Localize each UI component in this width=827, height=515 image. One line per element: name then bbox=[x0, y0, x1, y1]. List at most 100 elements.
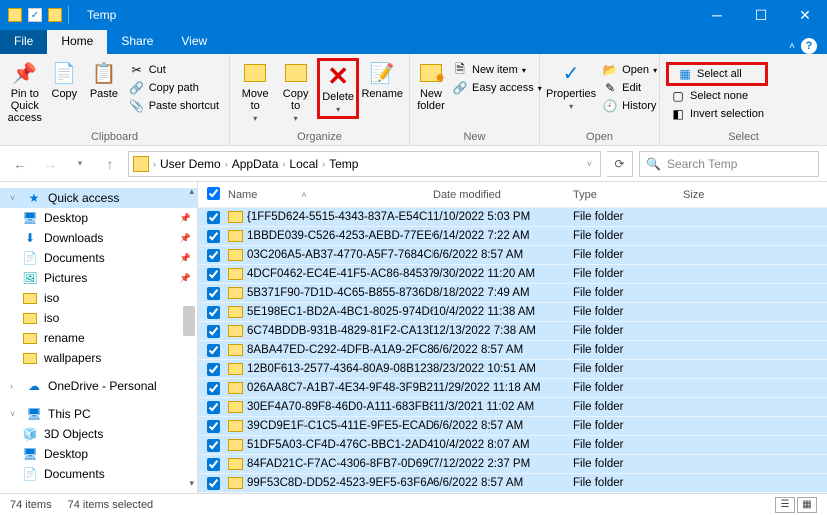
row-checkbox[interactable] bbox=[207, 363, 220, 376]
select-none-button[interactable]: ▢Select none bbox=[666, 88, 768, 104]
row-checkbox[interactable] bbox=[207, 401, 220, 414]
paste-button[interactable]: 📋 Paste bbox=[85, 58, 123, 102]
scroll-up-icon[interactable]: ▴ bbox=[189, 186, 194, 197]
nav-desktop[interactable]: 🖥Desktop📌 bbox=[0, 208, 197, 228]
header-checkbox[interactable] bbox=[207, 187, 220, 200]
qat-check-icon[interactable]: ✓ bbox=[28, 8, 42, 22]
col-modified[interactable]: Date modified bbox=[433, 189, 573, 201]
row-checkbox[interactable] bbox=[207, 287, 220, 300]
table-row[interactable]: 1BBDE039-C526-4253-AEBD-77EEC15...6/14/2… bbox=[198, 227, 827, 246]
nav-rename[interactable]: rename bbox=[0, 328, 197, 348]
scroll-down-icon[interactable]: ▾ bbox=[189, 478, 194, 489]
table-row[interactable]: 5E198EC1-BD2A-4BC1-8025-974D6B0...10/4/2… bbox=[198, 303, 827, 322]
table-row[interactable]: 03C206A5-AB37-4770-A5F7-7684CE4A...6/6/2… bbox=[198, 246, 827, 265]
delete-button[interactable]: ✕ Delete ▾ bbox=[317, 58, 360, 119]
table-row[interactable]: 30EF4A70-89F8-46D0-A111-683FB810...11/3/… bbox=[198, 398, 827, 417]
scrollbar[interactable] bbox=[183, 306, 195, 336]
edit-button[interactable]: ✎Edit bbox=[598, 80, 661, 96]
folder-icon bbox=[228, 401, 243, 413]
cut-button[interactable]: ✂Cut bbox=[125, 62, 223, 78]
new-folder-button[interactable]: ✸ New folder bbox=[416, 58, 446, 114]
refresh-button[interactable]: ⟳ bbox=[607, 151, 633, 177]
col-name[interactable]: Name bbox=[228, 189, 257, 201]
nav-documents[interactable]: 📄Documents📌 bbox=[0, 248, 197, 268]
history-button[interactable]: 🕘History bbox=[598, 98, 661, 114]
select-all-button[interactable]: ▦Select all bbox=[666, 62, 768, 86]
invert-selection-button[interactable]: ◧Invert selection bbox=[666, 106, 768, 122]
nav-downloads[interactable]: ⬇Downloads📌 bbox=[0, 228, 197, 248]
table-row[interactable]: 84FAD21C-F7AC-4306-8FB7-0D690FCF...7/12/… bbox=[198, 455, 827, 474]
close-button[interactable]: ✕ bbox=[783, 0, 827, 30]
row-checkbox[interactable] bbox=[207, 477, 220, 490]
copy-button[interactable]: 📄 Copy bbox=[46, 58, 84, 102]
back-button[interactable]: ← bbox=[8, 152, 32, 176]
properties-button[interactable]: ✓ Properties ▾ bbox=[546, 58, 596, 113]
copy-to-button[interactable]: Copy to ▾ bbox=[276, 58, 314, 125]
nav-documents2[interactable]: 📄Documents bbox=[0, 464, 197, 484]
chevron-up-icon[interactable]: ˄ bbox=[789, 41, 795, 52]
table-row[interactable]: 4DCF0462-EC4E-41F5-AC86-8453700C...9/30/… bbox=[198, 265, 827, 284]
tab-share[interactable]: Share bbox=[107, 30, 167, 54]
nav-onedrive[interactable]: ›☁OneDrive - Personal bbox=[0, 376, 197, 396]
details-view-button[interactable]: ☰ bbox=[775, 497, 795, 513]
row-checkbox[interactable] bbox=[207, 420, 220, 433]
easy-access-button[interactable]: 🔗Easy access ▾ bbox=[448, 80, 546, 96]
chevron-down-icon[interactable]: ˅ bbox=[583, 159, 596, 169]
table-row[interactable]: 39CD9E1F-C1C5-411E-9FE5-ECAD70EF...6/6/2… bbox=[198, 417, 827, 436]
nav-this-pc[interactable]: ˅🖥This PC bbox=[0, 404, 197, 424]
navigation-pane: ▴ ˅★Quick access 🖥Desktop📌 ⬇Downloads📌 📄… bbox=[0, 182, 198, 493]
open-button[interactable]: 📂Open ▾ bbox=[598, 62, 661, 78]
breadcrumb[interactable]: Local bbox=[289, 157, 318, 171]
table-row[interactable]: 99F53C8D-DD52-4523-9EF5-63F6A24A...6/6/2… bbox=[198, 474, 827, 493]
breadcrumb[interactable]: AppData bbox=[232, 157, 279, 171]
nav-quick-access[interactable]: ˅★Quick access bbox=[0, 188, 197, 208]
table-row[interactable]: 51DF5A03-CF4D-476C-BBC1-2AD4983...10/4/2… bbox=[198, 436, 827, 455]
row-checkbox[interactable] bbox=[207, 268, 220, 281]
tab-view[interactable]: View bbox=[167, 30, 221, 54]
nav-iso2[interactable]: iso bbox=[0, 308, 197, 328]
breadcrumb[interactable]: User Demo bbox=[160, 157, 221, 171]
move-to-button[interactable]: Move to ▾ bbox=[236, 58, 274, 125]
row-checkbox[interactable] bbox=[207, 439, 220, 452]
help-icon[interactable]: ? bbox=[801, 38, 817, 54]
up-button[interactable]: ↑ bbox=[98, 152, 122, 176]
table-row[interactable]: 026AA8C7-A1B7-4E34-9F48-3F9B25C8...11/29… bbox=[198, 379, 827, 398]
address-bar[interactable]: › User Demo› AppData› Local› Temp ˅ bbox=[128, 151, 601, 177]
table-row[interactable]: 6C74BDDB-931B-4829-81F2-CA13DC4...12/13/… bbox=[198, 322, 827, 341]
col-type[interactable]: Type bbox=[573, 189, 683, 201]
nav-wallpapers[interactable]: wallpapers bbox=[0, 348, 197, 368]
maximize-button[interactable]: ☐ bbox=[739, 0, 783, 30]
minimize-button[interactable]: ─ bbox=[695, 0, 739, 30]
forward-button[interactable]: → bbox=[38, 152, 62, 176]
table-row[interactable]: {1FF5D624-5515-4343-837A-E54C1015...1/10… bbox=[198, 208, 827, 227]
table-row[interactable]: 5B371F90-7D1D-4C65-B855-8736D1AF...8/18/… bbox=[198, 284, 827, 303]
rename-button[interactable]: 📝 Rename bbox=[361, 58, 403, 102]
nav-pictures[interactable]: 🖼Pictures📌 bbox=[0, 268, 197, 288]
new-folder-icon: ✸ bbox=[416, 60, 446, 86]
recent-dropdown[interactable]: ▾ bbox=[68, 152, 92, 176]
col-size[interactable]: Size bbox=[683, 189, 743, 201]
row-checkbox[interactable] bbox=[207, 325, 220, 338]
table-row[interactable]: 8ABA47ED-C292-4DFB-A1A9-2FC88B6...6/6/20… bbox=[198, 341, 827, 360]
row-checkbox[interactable] bbox=[207, 458, 220, 471]
row-checkbox[interactable] bbox=[207, 382, 220, 395]
pin-quick-access-button[interactable]: 📌 Pin to Quick access bbox=[6, 58, 44, 126]
nav-3d-objects[interactable]: 🧊3D Objects bbox=[0, 424, 197, 444]
row-checkbox[interactable] bbox=[207, 211, 220, 224]
nav-iso[interactable]: iso bbox=[0, 288, 197, 308]
breadcrumb[interactable]: Temp bbox=[329, 157, 358, 171]
paste-shortcut-button[interactable]: 📎Paste shortcut bbox=[125, 98, 223, 114]
nav-desktop2[interactable]: 🖥Desktop bbox=[0, 444, 197, 464]
scissors-icon: ✂ bbox=[129, 63, 145, 77]
row-checkbox[interactable] bbox=[207, 249, 220, 262]
row-checkbox[interactable] bbox=[207, 344, 220, 357]
row-checkbox[interactable] bbox=[207, 306, 220, 319]
tab-file[interactable]: File bbox=[0, 30, 47, 54]
new-item-button[interactable]: 🗎New item ▾ bbox=[448, 62, 546, 78]
copy-path-button[interactable]: 🔗Copy path bbox=[125, 80, 223, 96]
thumbnails-view-button[interactable]: ▦ bbox=[797, 497, 817, 513]
table-row[interactable]: 12B0F613-2577-4364-80A9-08B123FE5...8/23… bbox=[198, 360, 827, 379]
search-box[interactable]: 🔍 Search Temp bbox=[639, 151, 819, 177]
row-checkbox[interactable] bbox=[207, 230, 220, 243]
tab-home[interactable]: Home bbox=[47, 30, 107, 54]
